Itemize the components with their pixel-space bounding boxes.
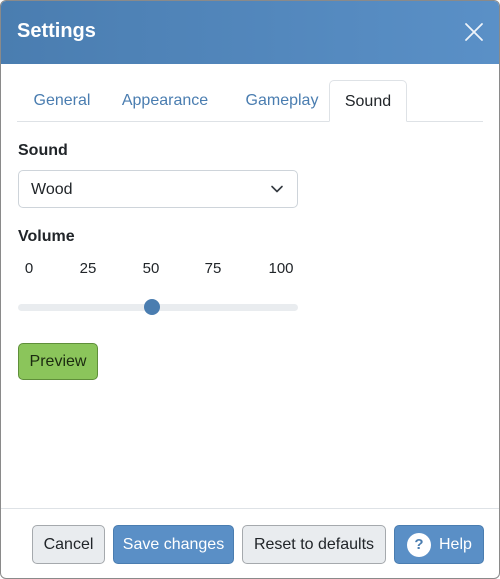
reset-defaults-button[interactable]: Reset to defaults	[242, 525, 386, 564]
preview-button[interactable]: Preview	[18, 343, 98, 380]
tab-general[interactable]: General	[17, 80, 107, 120]
settings-dialog: Settings General Appearance Gameplay Sou…	[0, 0, 500, 579]
volume-tick: 100	[268, 260, 294, 277]
sound-select[interactable]: Wood	[18, 170, 298, 208]
tab-appearance[interactable]: Appearance	[112, 80, 218, 120]
dialog-title: Settings	[17, 20, 96, 42]
dialog-header: Settings	[1, 1, 499, 64]
volume-tick: 75	[204, 260, 222, 277]
question-circle-icon: ?	[407, 533, 431, 557]
volume-slider-thumb[interactable]	[144, 299, 160, 315]
save-changes-button[interactable]: Save changes	[113, 525, 234, 564]
close-icon[interactable]	[463, 21, 485, 43]
footer-divider	[1, 508, 499, 509]
help-button[interactable]: ? Help	[394, 525, 484, 564]
tab-sound[interactable]: Sound	[329, 80, 407, 122]
help-label: Help	[439, 536, 472, 553]
volume-label: Volume	[18, 228, 75, 245]
sound-select-value: Wood	[31, 181, 73, 198]
sound-label: Sound	[18, 142, 68, 159]
chevron-down-icon	[270, 182, 284, 196]
tab-bar: General Appearance Gameplay Sound	[17, 80, 483, 122]
volume-tick: 0	[24, 260, 34, 277]
tab-gameplay[interactable]: Gameplay	[229, 80, 335, 120]
volume-tick: 25	[79, 260, 97, 277]
volume-tick: 50	[142, 260, 160, 277]
cancel-button[interactable]: Cancel	[32, 525, 105, 564]
